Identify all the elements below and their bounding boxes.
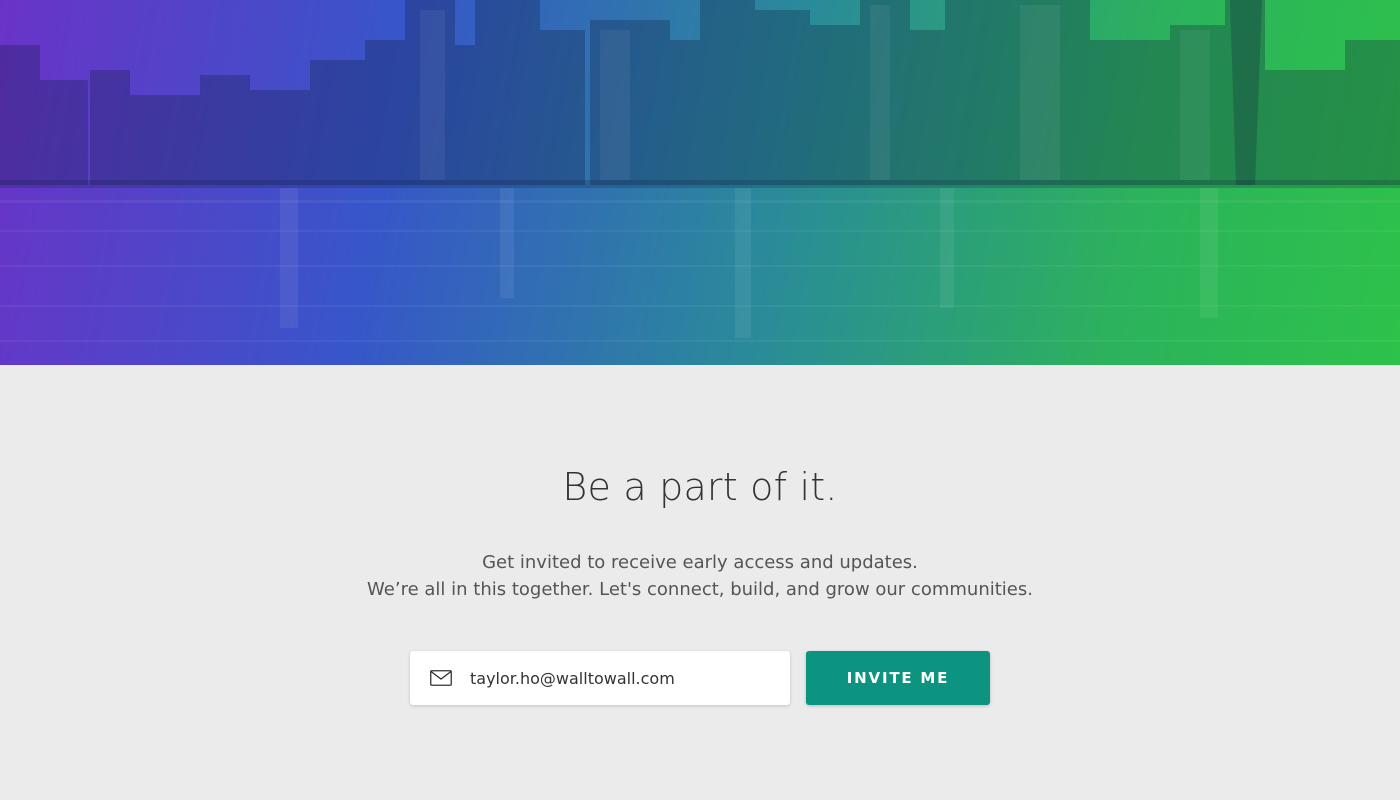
hero-banner — [0, 0, 1400, 365]
signup-description: Get invited to receive early access and … — [0, 549, 1400, 603]
page-title: Be a part of it. — [562, 465, 838, 509]
description-line-2: We’re all in this together. Let's connec… — [367, 579, 1033, 600]
mail-icon — [430, 670, 452, 686]
city-skyline-image — [0, 0, 1400, 342]
email-field[interactable] — [410, 651, 790, 705]
invite-me-button[interactable]: INVITE ME — [806, 651, 990, 705]
signup-section: Be a part of it. Get invited to receive … — [0, 365, 1400, 800]
description-line-1: Get invited to receive early access and … — [482, 552, 918, 573]
invite-form: INVITE ME — [410, 651, 990, 705]
email-input[interactable] — [470, 651, 775, 705]
